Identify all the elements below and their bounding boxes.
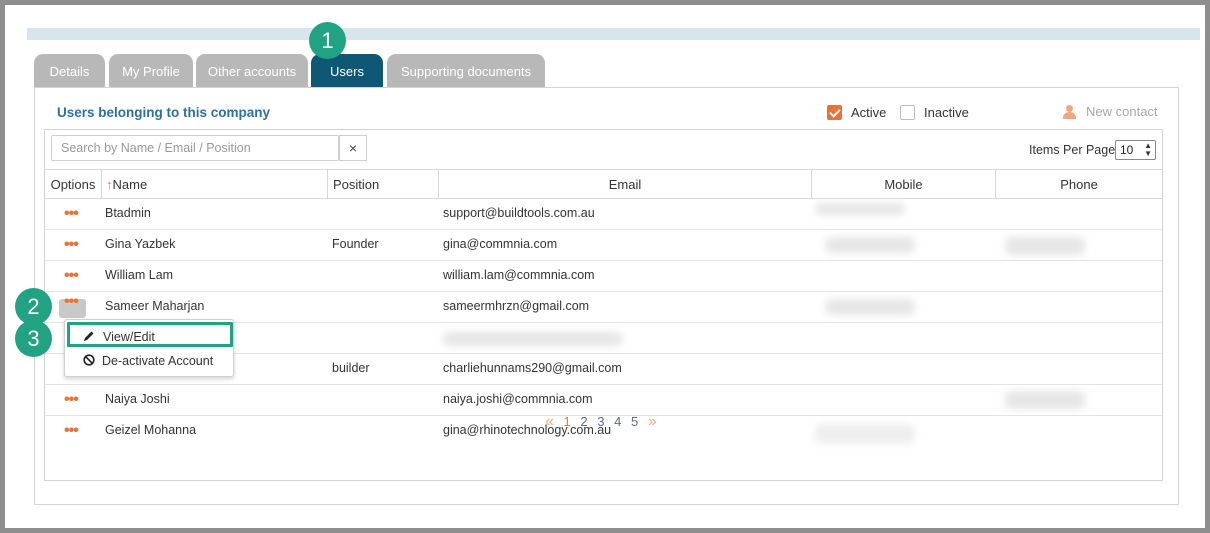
row-name: Sameer Maharjan: [105, 299, 205, 313]
tab-my-profile[interactable]: My Profile: [109, 54, 193, 87]
row-name: Gina Yazbek: [105, 237, 176, 251]
row-options-icon[interactable]: •••: [64, 230, 79, 259]
redacted-phone: [1005, 237, 1085, 255]
tab-users[interactable]: Users: [311, 54, 383, 87]
items-per-page-value: 10: [1120, 143, 1134, 157]
row-options-icon[interactable]: •••: [64, 416, 79, 445]
row-email: naiya.joshi@commnia.com: [443, 392, 593, 406]
col-email[interactable]: Email: [438, 170, 811, 199]
active-checkbox[interactable]: [827, 105, 842, 120]
redacted-mobile: [825, 237, 915, 253]
row-name: Btadmin: [105, 206, 151, 220]
redacted-phone: [1005, 391, 1085, 409]
row-email: charliehunnams290@gmail.com: [443, 361, 622, 375]
items-per-page-label: Items Per Page: [1029, 143, 1116, 157]
next-page-button[interactable]: »: [648, 413, 657, 430]
col-options: Options: [50, 177, 96, 192]
col-name[interactable]: ↑Name: [101, 170, 327, 199]
step-badge-3: 3: [15, 320, 52, 357]
tab-details[interactable]: Details: [34, 54, 105, 87]
pagination: « 1 2 3 4 5 »: [545, 413, 663, 431]
table-row: ••• Btadmin support@buildtools.com.au: [45, 199, 1162, 230]
row-email: support@buildtools.com.au: [443, 206, 595, 220]
clear-search-button[interactable]: ×: [339, 135, 367, 161]
redacted-mobile: [815, 203, 905, 215]
inactive-label: Inactive: [924, 105, 969, 120]
col-mobile[interactable]: Mobile: [811, 170, 995, 199]
person-icon: [1063, 105, 1076, 119]
redacted-mobile: [815, 424, 915, 444]
deactivate-menu-item[interactable]: De-activate Account: [65, 349, 233, 373]
row-email: william.lam@commnia.com: [443, 268, 595, 282]
row-options-icon[interactable]: •••: [64, 385, 79, 414]
row-name: Naiya Joshi: [105, 392, 170, 406]
col-position[interactable]: Position: [327, 170, 438, 199]
page-2[interactable]: 2: [580, 414, 587, 429]
table-row: ••• William Lam william.lam@commnia.com: [45, 261, 1162, 292]
row-email: sameermhrzn@gmail.com: [443, 299, 590, 313]
row-email: gina@commnia.com: [443, 237, 558, 251]
col-phone[interactable]: Phone: [995, 170, 1162, 199]
tab-other-accounts[interactable]: Other accounts: [196, 54, 308, 87]
row-name: William Lam: [105, 268, 174, 282]
search-input[interactable]: Search by Name / Email / Position: [51, 135, 339, 161]
options-icon: •••: [64, 293, 79, 310]
redacted-mobile: [825, 299, 915, 315]
row-name: Geizel Mohanna: [105, 423, 197, 437]
page-4[interactable]: 4: [614, 414, 621, 429]
view-edit-highlight: [67, 322, 233, 347]
table-row: ••• Naiya Joshi naiya.joshi@commnia.com: [45, 385, 1162, 416]
inactive-checkbox[interactable]: [900, 105, 915, 120]
items-per-page-select[interactable]: 10 ▲ ▼: [1115, 140, 1156, 160]
active-label: Active: [851, 105, 887, 120]
table-header: Options ↑Name Position Email Mobile Phon…: [45, 169, 1162, 199]
page-3[interactable]: 3: [597, 414, 604, 429]
table-row: ••• Gina Yazbek Founder gina@commnia.com: [45, 230, 1162, 261]
row-position: Founder: [332, 237, 379, 251]
row-position: builder: [332, 361, 370, 375]
redacted-email: [443, 332, 623, 346]
row-options-icon[interactable]: •••: [64, 199, 79, 228]
top-strip: [27, 28, 1200, 40]
deactivate-label: De-activate Account: [102, 354, 214, 368]
step-badge-1: 1: [309, 22, 346, 59]
col-name-label: Name: [112, 177, 148, 192]
page-1[interactable]: 1: [564, 414, 571, 429]
prev-page-button[interactable]: «: [545, 413, 554, 430]
ban-icon: [83, 354, 95, 366]
new-contact-link[interactable]: New contact: [1086, 104, 1158, 119]
spinner-arrows-icon: ▲ ▼: [1144, 141, 1152, 158]
users-panel: Users belonging to this company Active I…: [34, 87, 1179, 505]
tab-supporting-documents[interactable]: Supporting documents: [387, 54, 545, 87]
page-5[interactable]: 5: [631, 414, 638, 429]
row-options-icon[interactable]: •••: [64, 261, 79, 290]
row-options-button[interactable]: •••: [59, 293, 86, 318]
panel-title: Users belonging to this company: [57, 105, 271, 120]
